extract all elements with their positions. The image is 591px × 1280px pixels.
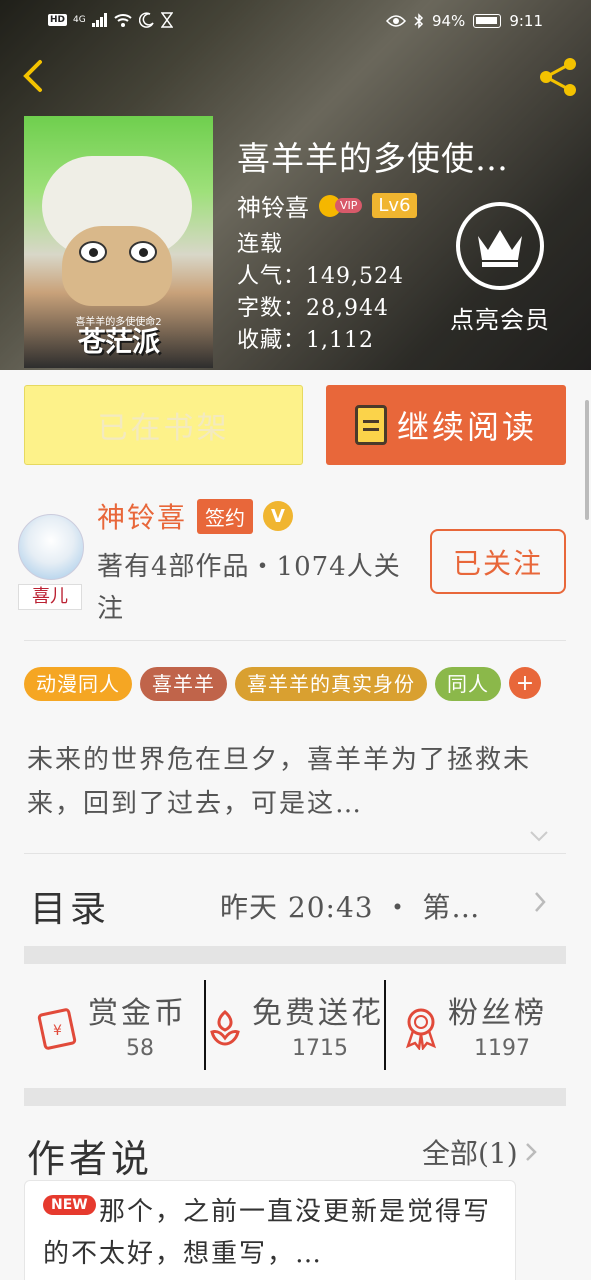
tag-chip[interactable]: 同人 — [435, 667, 501, 701]
chevron-left-icon — [23, 60, 42, 92]
author-description: 著有4部作品・1074人关注 — [97, 552, 401, 624]
battery-icon — [473, 14, 502, 28]
stat-reward-coins[interactable]: ¥ 赏金币 58 — [36, 980, 204, 1070]
stat-value: 1715 — [292, 1036, 348, 1061]
table-of-contents-row[interactable]: 目录 昨天 20:43 ・ 第… — [0, 856, 591, 946]
member-label: 点亮会员 — [450, 306, 550, 334]
back-button[interactable] — [14, 56, 54, 96]
author-says-title: 作者说 — [27, 1137, 154, 1181]
tag-chip[interactable]: 喜羊羊的真实身份 — [235, 667, 427, 701]
network-type: 4G — [73, 15, 86, 25]
chevron-down-icon — [530, 831, 548, 842]
book-title: 喜羊羊的多使使… — [237, 139, 509, 178]
book-icon — [354, 405, 387, 445]
share-button[interactable] — [536, 54, 582, 100]
verified-icon: V — [263, 501, 294, 531]
moon-icon — [138, 12, 154, 28]
crown-icon — [478, 230, 522, 267]
continue-reading-button[interactable]: 继续阅读 — [326, 385, 566, 465]
expand-button[interactable] — [528, 828, 550, 848]
svg-text:¥: ¥ — [53, 1023, 62, 1039]
avatar-tag: 喜儿 — [18, 584, 82, 610]
author-note-text: 那个，之前一直没更新是觉得写的不太好，想重写，… — [43, 1197, 492, 1269]
bluetooth-icon — [414, 13, 424, 29]
new-badge: NEW — [43, 1195, 96, 1215]
chevron-right-icon — [535, 892, 546, 912]
author-name-row: 神铃喜 签约 V — [97, 496, 294, 536]
add-tag-button[interactable]: + — [509, 667, 541, 699]
chevron-right-icon — [525, 1143, 537, 1161]
book-author[interactable]: 神铃喜 — [237, 188, 309, 223]
eye-icon — [385, 15, 406, 27]
shelf-button[interactable]: 已在书架 — [24, 385, 303, 465]
follow-button[interactable]: 已关注 — [430, 529, 566, 594]
view-all-label: 全部(1) — [422, 1137, 518, 1170]
hd-badge: HD — [48, 14, 68, 26]
signal-icon — [91, 13, 107, 27]
member-button[interactable]: 点亮会员 — [444, 202, 556, 335]
divider — [384, 980, 386, 1070]
author-avatar[interactable] — [18, 514, 84, 580]
clock: 9:11 — [509, 12, 543, 30]
battery-percent: 94% — [431, 12, 466, 30]
toc-label: 目录 — [30, 889, 111, 930]
signed-badge: 签约 — [197, 498, 254, 534]
book-cover[interactable]: 喜羊羊的多使使命2 苍茫派 — [24, 116, 213, 368]
synopsis[interactable]: 未来的世界危在旦夕，喜羊羊为了拯救未来，回到了过去，可是这… — [27, 738, 547, 826]
stat-fan-ranking[interactable]: 粉丝榜 1197 — [398, 980, 566, 1070]
stat-name: 免费送花 — [252, 996, 384, 1031]
wifi-icon — [114, 14, 132, 27]
author-name[interactable]: 神铃喜 — [97, 496, 187, 536]
view-all-author-notes[interactable]: 全部(1) — [422, 1132, 538, 1172]
status-bar: HD 4G 94% 9:11 — [0, 0, 591, 44]
red-envelope-icon: ¥ — [37, 1008, 77, 1050]
stat-name: 粉丝榜 — [448, 996, 547, 1031]
stat-name: 赏金币 — [88, 996, 187, 1031]
toc-latest-update: 昨天 20:43 ・ 第… — [220, 891, 481, 924]
section-separator — [24, 1088, 566, 1106]
cover-title: 苍茫派 — [77, 325, 160, 358]
hourglass-icon — [160, 12, 173, 28]
medal-icon — [405, 1008, 437, 1050]
level-badge: Lv6 — [372, 193, 417, 218]
tag-list: 动漫同人 喜羊羊 喜羊羊的真实身份 同人 + — [24, 667, 541, 701]
author-note-card[interactable]: 那个，之前一直没更新是觉得写的不太好，想重写，… NEW — [24, 1180, 516, 1280]
stat-free-flowers[interactable]: 免费送花 1715 — [202, 980, 386, 1070]
divider — [24, 853, 566, 854]
tag-chip[interactable]: 动漫同人 — [24, 667, 132, 701]
scrollbar[interactable] — [585, 400, 589, 520]
flower-icon — [210, 1010, 240, 1046]
tag-chip[interactable]: 喜羊羊 — [140, 667, 227, 701]
continue-reading-label: 继续阅读 — [396, 408, 537, 446]
section-separator — [24, 946, 566, 964]
stat-value: 58 — [126, 1036, 154, 1061]
vip-badge: VIP — [319, 194, 363, 217]
divider — [24, 640, 566, 641]
stat-value: 1197 — [474, 1036, 530, 1061]
share-icon — [540, 58, 576, 96]
